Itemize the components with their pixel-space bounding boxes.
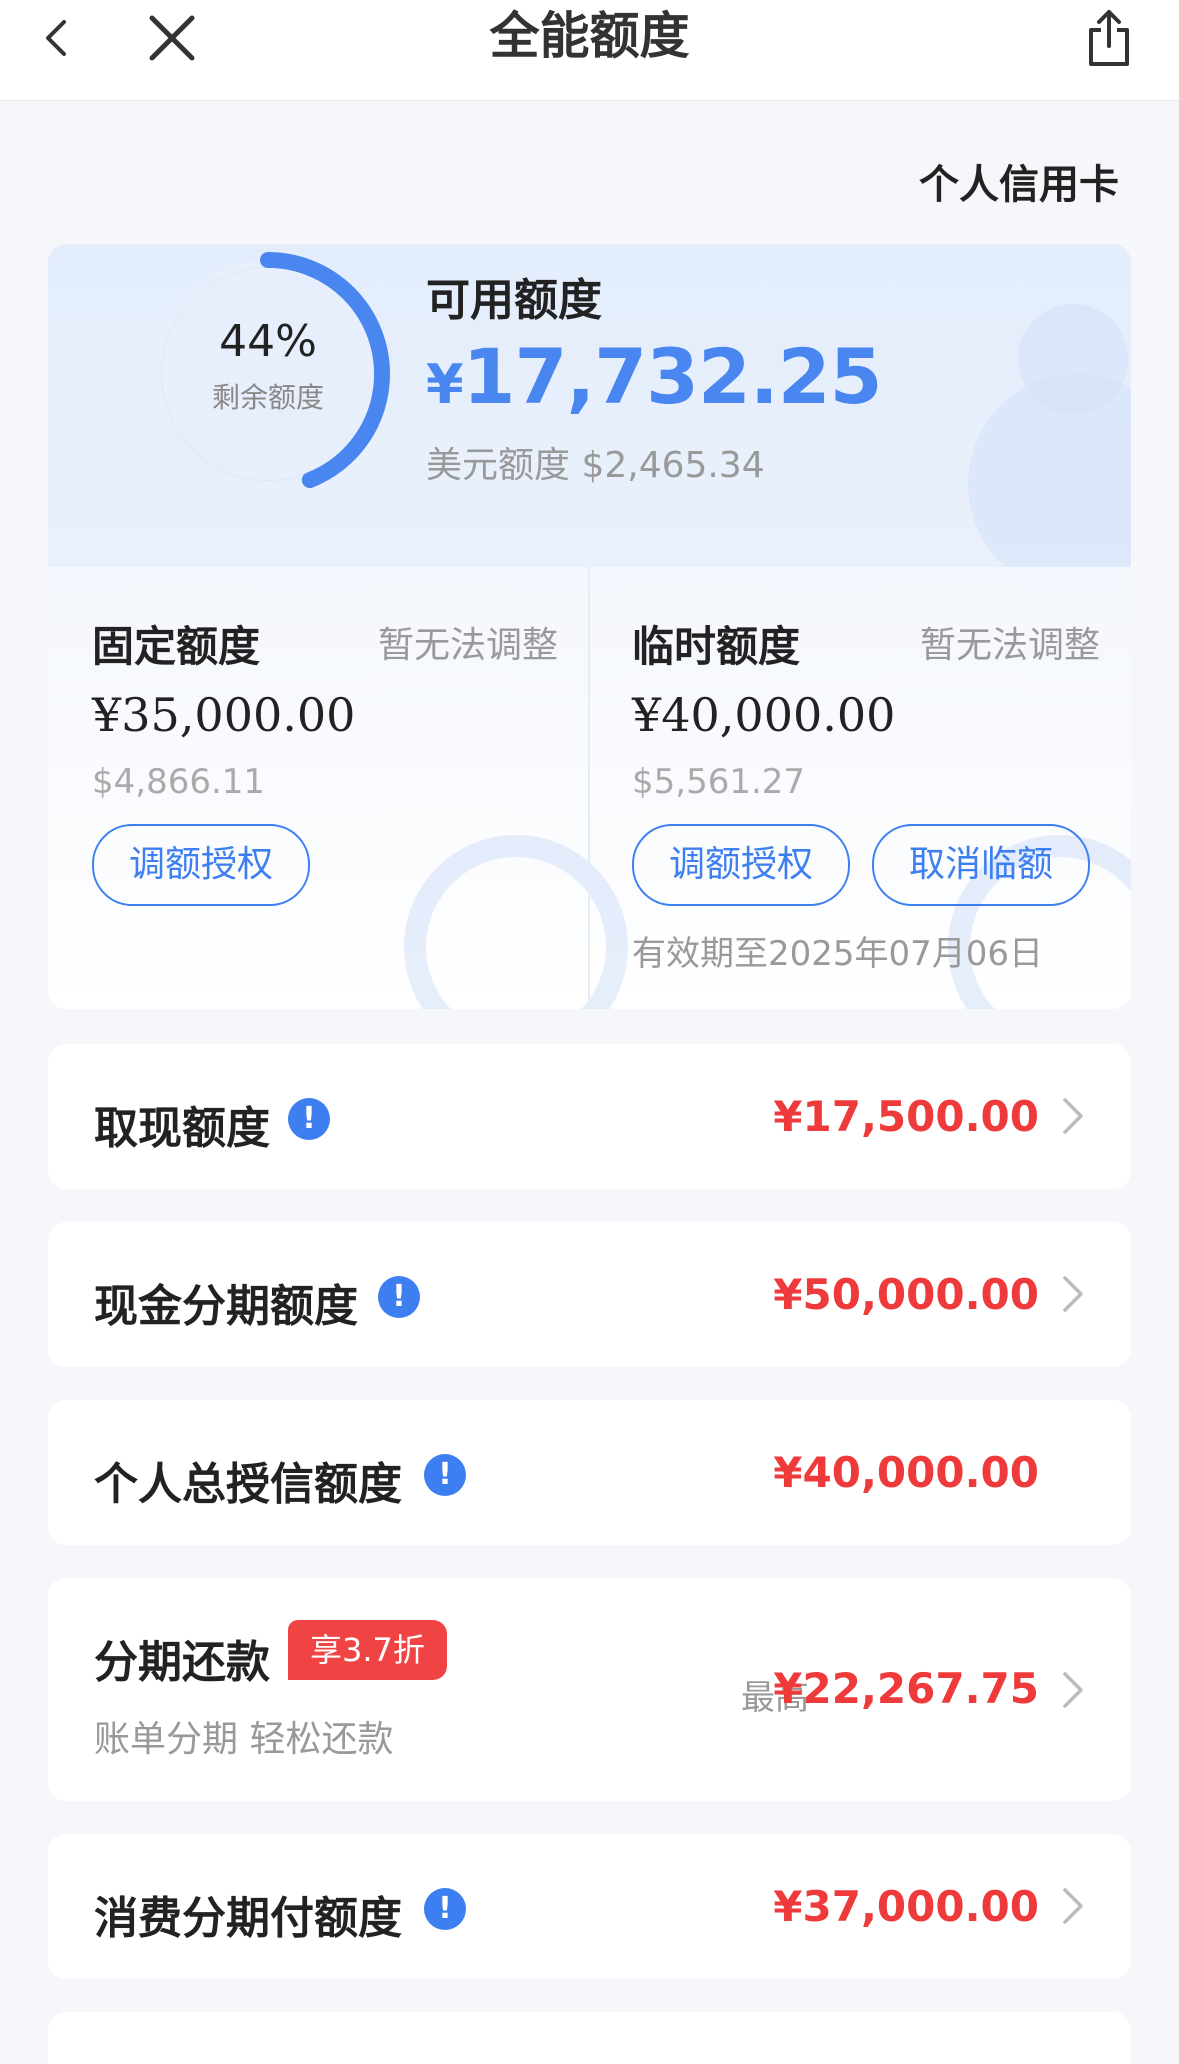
temp-limit-title: 临时额度 [632, 622, 801, 671]
info-icon[interactable]: ! [424, 1454, 466, 1496]
remaining-percent-label: 剩余额度 [211, 381, 324, 414]
row-label: 个人总授信额度 [94, 1459, 402, 1510]
available-amount: ¥17,732.25 [426, 332, 882, 421]
info-icon[interactable]: ! [288, 1098, 330, 1140]
column-divider [588, 567, 590, 1009]
available-label: 可用额度 [426, 275, 602, 326]
credit-summary-panel: 44% 剩余额度 可用额度 ¥17,732.25 美元额度 $2,465.34 … [48, 244, 1131, 1009]
cancel-temp-limit-button[interactable]: 取消临额 [872, 824, 1090, 906]
discount-badge: 享3.7折 [288, 1620, 447, 1680]
next-row-partial[interactable] [48, 2012, 1131, 2064]
page-title: 全能额度 [489, 7, 690, 65]
temp-limit-note: 暂无法调整 [920, 625, 1101, 666]
available-amount-value: 17,732.25 [462, 332, 883, 421]
temp-adjust-button[interactable]: 调额授权 [632, 824, 850, 906]
fixed-limit-title: 固定额度 [92, 622, 261, 671]
row-label: 取现额度 [94, 1103, 270, 1154]
decorative-bag-top [1018, 304, 1128, 414]
card-type-label[interactable]: 个人信用卡 [919, 152, 1119, 210]
chevron-right-icon [1063, 1672, 1083, 1708]
consumer-installment-row[interactable]: 消费分期付额度 ! ¥37,000.00 [48, 1834, 1131, 1979]
row-label: 现金分期额度 [94, 1281, 358, 1332]
cash-withdrawal-row[interactable]: 取现额度 ! ¥17,500.00 [48, 1044, 1131, 1189]
row-subtitle: 账单分期 轻松还款 [94, 1719, 394, 1760]
info-icon[interactable]: ! [378, 1276, 420, 1318]
row-value: ¥40,000.00 [773, 1448, 1039, 1497]
remaining-ratio-ring [146, 252, 390, 496]
row-value: ¥17,500.00 [773, 1092, 1039, 1141]
chevron-right-icon [1063, 1888, 1083, 1924]
remaining-percent: 44% [219, 316, 317, 367]
nav-bar: 全能额度 [0, 0, 1179, 101]
row-value: ¥50,000.00 [773, 1270, 1039, 1319]
temp-limit-amount: ¥40,000.00 [632, 688, 896, 742]
total-credit-row[interactable]: 个人总授信额度 ! ¥40,000.00 [48, 1400, 1131, 1545]
share-icon[interactable] [1079, 6, 1139, 70]
chevron-right-icon [1063, 1098, 1083, 1134]
cash-installment-row[interactable]: 现金分期额度 ! ¥50,000.00 [48, 1222, 1131, 1367]
installment-repayment-row[interactable]: 分期还款 享3.7折 账单分期 轻松还款 最高 ¥22,267.75 [48, 1578, 1131, 1801]
yuan-coin-deco-icon [404, 835, 628, 1009]
usd-limit-amount: $2,465.34 [581, 445, 765, 486]
fixed-limit-usd: $4,866.11 [92, 762, 266, 802]
fixed-limit-note: 暂无法调整 [378, 625, 559, 666]
temp-limit-usd: $5,561.27 [632, 762, 806, 802]
row-label: 消费分期付额度 [94, 1893, 402, 1944]
available-section: 44% 剩余额度 可用额度 ¥17,732.25 美元额度 $2,465.34 [48, 244, 1131, 594]
usd-limit-label: 美元额度 [426, 445, 571, 486]
fixed-adjust-button[interactable]: 调额授权 [92, 824, 310, 906]
chevron-right-icon [1063, 1276, 1083, 1312]
row-value: ¥22,267.75 [773, 1664, 1039, 1713]
currency-symbol: ¥ [426, 353, 464, 416]
temp-limit-expiry: 有效期至2025年07月06日 [632, 934, 1044, 974]
fixed-limit-amount: ¥35,000.00 [92, 688, 356, 742]
row-value: ¥37,000.00 [773, 1882, 1039, 1931]
info-icon[interactable]: ! [424, 1888, 466, 1930]
usd-limit: 美元额度 $2,465.34 [426, 436, 765, 488]
row-label: 分期还款 [94, 1637, 270, 1688]
